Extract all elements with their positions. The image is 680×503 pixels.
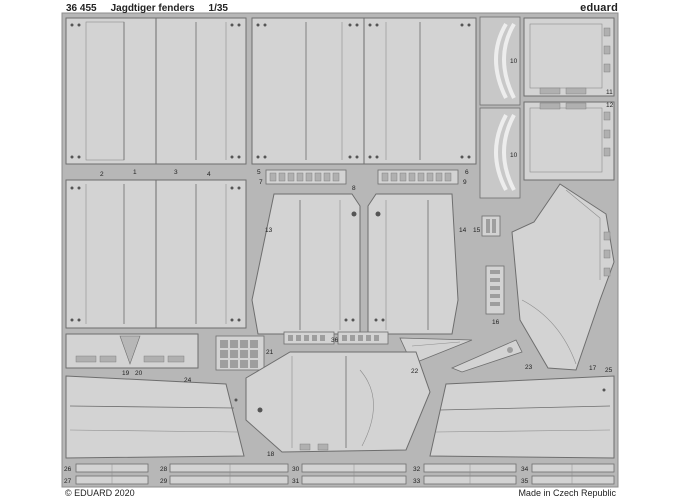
center-mark-hole: [375, 211, 381, 217]
part-number-32: 32: [413, 466, 421, 473]
fender-part-18: [245, 351, 431, 453]
part-number-18: 18: [267, 451, 275, 458]
fender-panel-top-left-a: [65, 17, 167, 165]
part-number-22: 22: [411, 368, 419, 375]
part-number-29: 29: [160, 478, 168, 485]
copyright-text: © EDUARD 2020: [65, 488, 135, 498]
part-number-17: 17: [589, 365, 597, 372]
part-number-1: 1: [133, 169, 137, 176]
origin-text: Made in Czech Republic: [518, 488, 616, 498]
fender-center-right: [367, 193, 459, 335]
storage-box-upper: [523, 17, 615, 97]
product-title: Jagdtiger fenders: [110, 3, 195, 14]
part-number-25: 25: [605, 367, 613, 374]
fender-part-25: [429, 375, 615, 459]
part-number-10b: 10: [510, 152, 518, 159]
photo-etch-sheet: 1 2 3 4 5 6 7 8 9 10 10 11 12 13 14 15 1…: [0, 0, 680, 503]
part-number-24: 24: [184, 377, 192, 384]
fender-panel-top-center-b: [363, 17, 477, 165]
fender-panel-top-left-b: [155, 17, 247, 165]
sheet-title-row: 36 455 Jagdtiger fenders 1/35: [66, 3, 228, 14]
fender-panel-mid-left-a: [65, 179, 167, 329]
part-number-5: 5: [257, 169, 261, 176]
hinge-strip-right: [377, 169, 459, 185]
small-clip-part-15: [481, 215, 501, 237]
brand-logo: eduard: [580, 2, 618, 14]
bracket-part-19-20: [65, 333, 199, 369]
hinge-strip-left: [265, 169, 347, 185]
part-number-31: 31: [292, 478, 300, 485]
part-number-2: 2: [100, 171, 104, 178]
bolt-plate-part-21: [215, 335, 265, 371]
fender-panel-mid-left-b: [155, 179, 247, 329]
part-number-19: 19: [122, 370, 130, 377]
part-number-34: 34: [521, 466, 529, 473]
part-number-3: 3: [174, 169, 178, 176]
small-clip-part-16: [485, 265, 505, 315]
part-number-15: 15: [473, 227, 481, 234]
part-number-28: 28: [160, 466, 168, 473]
fender-panel-top-center-a: [251, 17, 365, 165]
product-scale: 1/35: [208, 3, 228, 14]
part-number-30: 30: [292, 466, 300, 473]
part-number-14: 14: [459, 227, 467, 234]
part-number-27: 27: [64, 478, 72, 485]
part-number-35: 35: [521, 478, 529, 485]
part-number-6: 6: [465, 169, 469, 176]
part-number-10a: 10: [510, 58, 518, 65]
part-number-21: 21: [266, 349, 274, 356]
part-number-16: 16: [492, 319, 500, 326]
part-number-4: 4: [207, 171, 211, 178]
part-number-12: 12: [606, 102, 614, 109]
part-number-7: 7: [259, 179, 263, 186]
part-number-26: 26: [64, 466, 72, 473]
part-number-33: 33: [413, 478, 421, 485]
center-mark-hole: [351, 211, 357, 217]
part-number-8: 8: [352, 185, 356, 192]
storage-box-lower: [523, 101, 615, 181]
part-number-13: 13: [265, 227, 273, 234]
product-code: 36 455: [66, 3, 97, 14]
part-number-9: 9: [463, 179, 467, 186]
photo-etch-fret: 1 2 3 4 5 6 7 8 9 10 10 11 12 13 14 15 1…: [61, 12, 619, 488]
fender-part-24: [65, 375, 245, 459]
part-number-20: 20: [135, 370, 143, 377]
part-number-23: 23: [525, 364, 533, 371]
part-number-36: 36: [331, 337, 339, 344]
part-number-11: 11: [606, 89, 613, 96]
